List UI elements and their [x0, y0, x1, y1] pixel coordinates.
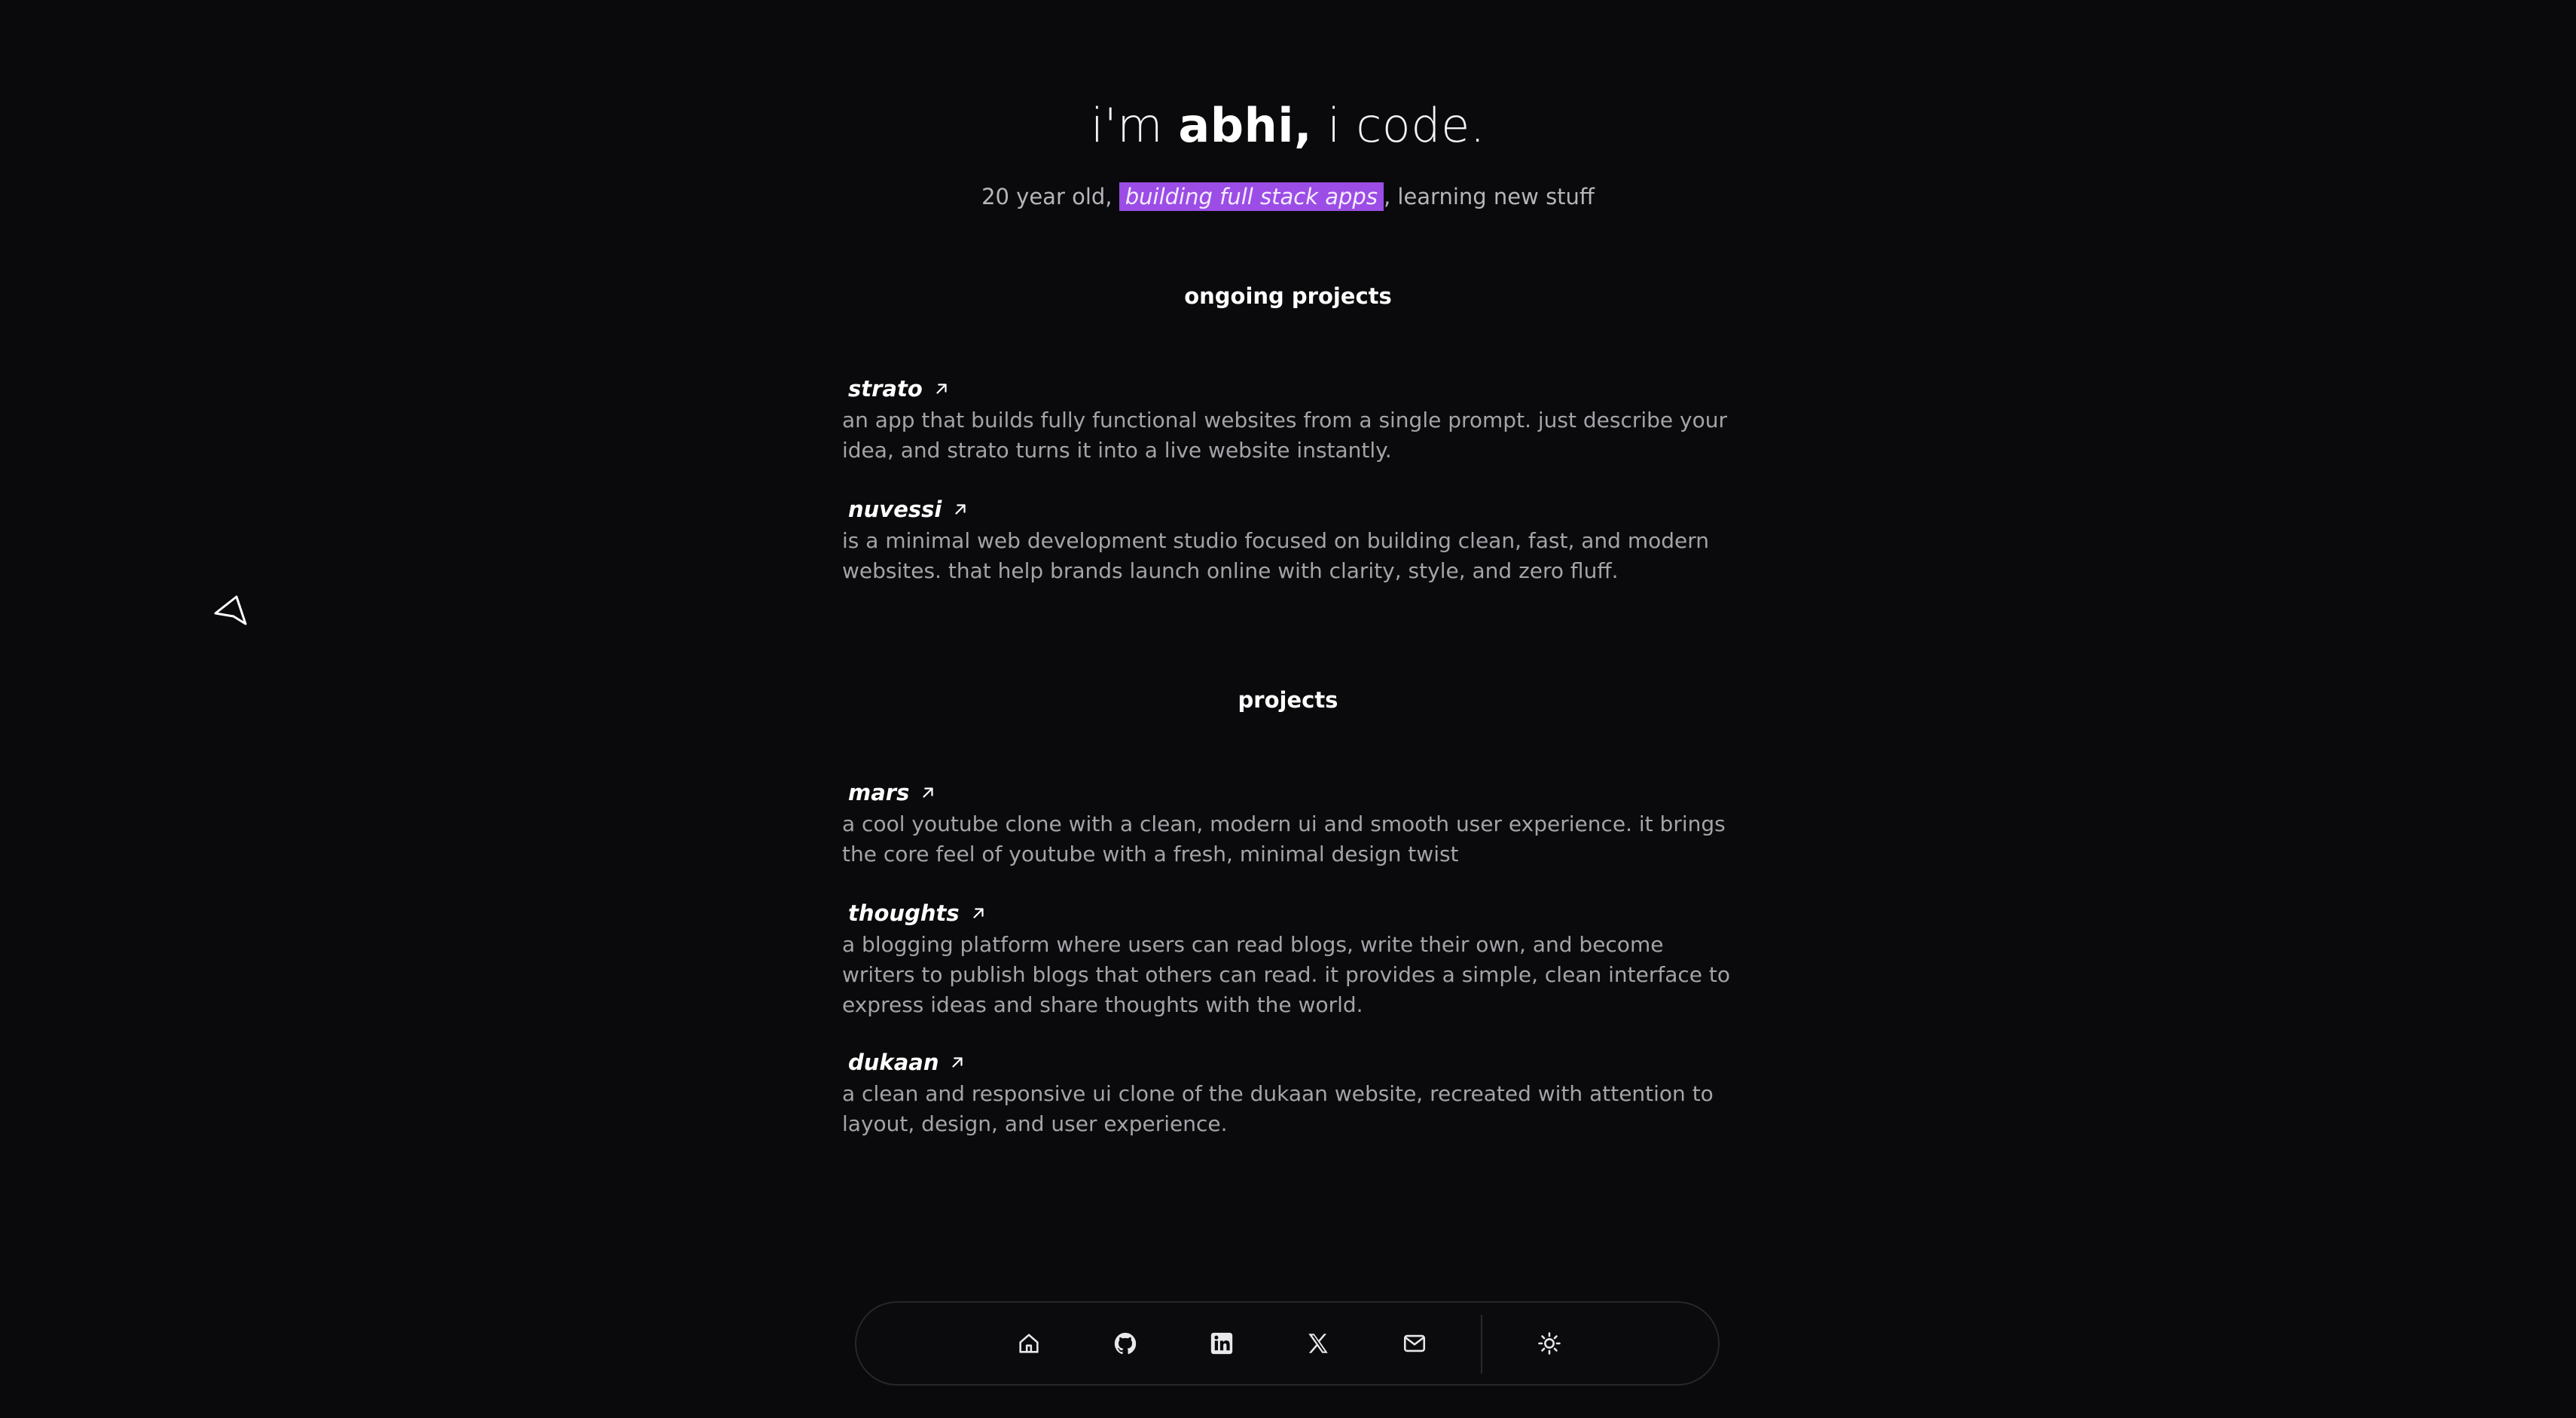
mail-button[interactable]	[1393, 1322, 1436, 1365]
project-item-dukaan: dukaan a clean and responsive ui clone o…	[842, 1047, 1738, 1139]
mail-icon	[1403, 1334, 1426, 1352]
github-button[interactable]	[1104, 1322, 1146, 1365]
projects-title: projects	[1238, 687, 1338, 713]
project-name[interactable]: dukaan	[848, 1050, 939, 1075]
project-link-dukaan[interactable]: dukaan	[842, 1047, 1738, 1077]
hero-subtitle: 20 year old, building full stack apps, l…	[0, 182, 2576, 211]
ongoing-projects-title: ongoing projects	[1184, 283, 1392, 309]
project-link-thoughts[interactable]: thoughts	[842, 898, 1738, 928]
sun-icon	[1538, 1332, 1561, 1355]
project-link-nuvessi[interactable]: nuvessi	[842, 494, 1738, 524]
project-name[interactable]: strato	[848, 376, 923, 402]
project-description: an app that builds fully functional webs…	[842, 408, 1727, 463]
github-icon	[1114, 1332, 1137, 1355]
home-button[interactable]	[1008, 1322, 1050, 1365]
x-button[interactable]	[1297, 1322, 1339, 1365]
project-name[interactable]: nuvessi	[848, 497, 942, 522]
hero-sub-after: , learning new stuff	[1383, 184, 1595, 209]
project-link-mars[interactable]: mars	[842, 778, 1738, 808]
bottom-dock	[855, 1301, 1720, 1386]
project-description: a clean and responsive ui clone of the d…	[842, 1081, 1714, 1136]
theme-toggle-button[interactable]	[1528, 1322, 1570, 1365]
project-description: a cool youtube clone with a clean, moder…	[842, 811, 1726, 866]
project-name[interactable]: thoughts	[848, 900, 960, 926]
linkedin-icon	[1210, 1332, 1233, 1355]
cursor-arrow-icon	[214, 595, 247, 625]
project-link-strato[interactable]: strato	[842, 374, 1738, 404]
arrow-up-right-icon	[952, 1057, 963, 1068]
arrow-up-right-icon	[923, 787, 933, 798]
arrow-up-right-icon	[936, 384, 947, 394]
arrow-up-right-icon	[955, 504, 966, 515]
hero-title: i'm abhi, i code.	[0, 98, 2576, 153]
project-item-mars: mars a cool youtube clone with a clean, …	[842, 778, 1738, 869]
x-icon	[1308, 1334, 1328, 1353]
dock-divider	[1481, 1315, 1482, 1374]
project-item-nuvessi: nuvessi is a minimal web development stu…	[842, 494, 1738, 586]
hero-suffix: i code.	[1312, 98, 1485, 153]
hero-sub-before: 20 year old,	[981, 184, 1119, 209]
project-description: is a minimal web development studio focu…	[842, 528, 1710, 583]
hero-prefix: i'm	[1091, 98, 1179, 153]
home-icon	[1019, 1334, 1039, 1353]
hero-name: abhi,	[1178, 98, 1313, 153]
project-item-thoughts: thoughts a blogging platform where users…	[842, 898, 1738, 1020]
arrow-up-right-icon	[973, 908, 984, 918]
portfolio-page: i'm abhi, i code. 20 year old, building …	[0, 0, 2576, 1418]
project-item-strato: strato an app that builds fully function…	[842, 374, 1738, 466]
project-description: a blogging platform where users can read…	[842, 932, 1731, 1017]
project-name[interactable]: mars	[848, 780, 909, 805]
hero-sub-highlight: building full stack apps	[1119, 182, 1384, 211]
linkedin-button[interactable]	[1201, 1322, 1243, 1365]
